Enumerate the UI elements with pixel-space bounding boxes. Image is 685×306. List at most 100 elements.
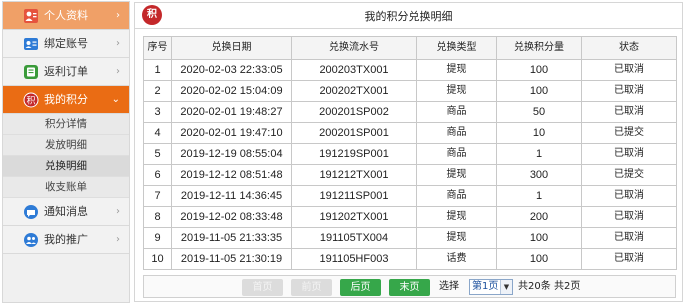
table-cell: 191105TX004	[291, 227, 417, 249]
sidebar-item-label: 我的推广	[44, 233, 88, 246]
submenu-item-points-detail[interactable]: 积分详情	[3, 114, 129, 135]
table-cell: 10	[496, 122, 582, 144]
page-select-value: 第1页	[472, 281, 499, 292]
table-cell: 7	[143, 185, 172, 207]
table-row: 8 2019-12-02 08:33:48 191202TX001 提现 200 已取消	[143, 206, 677, 228]
table-cell: 200	[496, 206, 582, 228]
table-row: 3 2020-02-01 19:48:27 200201SP002 商品 50 已取消	[143, 101, 677, 123]
table-cell: 3	[143, 101, 172, 123]
table-cell: 已取消	[581, 206, 677, 228]
sidebar: 个人资料 › 绑定账号 › 返利订单 › 积 我的积分 ⌄ 积分详情 发放明细 …	[2, 1, 130, 303]
pagination-bar: 首页 前页 后页 末页 选择 第1页 ▼ 共20条 共2页	[143, 275, 676, 298]
table-cell: 100	[496, 248, 582, 270]
table-cell: 提现	[416, 164, 497, 186]
table-cell: 2	[143, 80, 172, 102]
table-cell: 已取消	[581, 143, 677, 165]
page-select-label: 选择	[439, 281, 459, 292]
table-row: 2 2020-02-02 15:04:09 200202TX001 提现 100 已取消	[143, 80, 677, 102]
table-cell: 已取消	[581, 80, 677, 102]
sidebar-item-profile[interactable]: 个人资料 ›	[3, 2, 129, 30]
table-cell: 2019-12-19 08:55:04	[171, 143, 292, 165]
table-cell: 6	[143, 164, 172, 186]
submenu-item-exchange-detail[interactable]: 兑换明细	[3, 156, 129, 177]
table-cell: 1	[143, 59, 172, 81]
table-row: 6 2019-12-12 08:51:48 191212TX001 提现 300 已提交	[143, 164, 677, 186]
table-cell: 50	[496, 101, 582, 123]
id-card-icon	[23, 36, 39, 52]
exchange-detail-panel: 积 我的积分兑换明细 序号 兑换日期 兑换流水号 兑换类型 兑换积分量 状态 1 2020-…	[134, 2, 683, 302]
sidebar-item-label: 个人资料	[44, 9, 88, 22]
table-cell: 2020-02-01 19:48:27	[171, 101, 292, 123]
table-cell: 话费	[416, 248, 497, 270]
table-cell: 已取消	[581, 227, 677, 249]
table-cell: 300	[496, 164, 582, 186]
table-cell: 1	[496, 185, 582, 207]
table-row: 9 2019-11-05 21:33:35 191105TX004 提现 100 已取消	[143, 227, 677, 249]
table-cell: 8	[143, 206, 172, 228]
table-cell: 10	[143, 248, 172, 270]
submenu-item-income-expense[interactable]: 收支账单	[3, 177, 129, 198]
table-cell: 100	[496, 80, 582, 102]
sidebar-item-label: 通知消息	[44, 205, 88, 218]
last-page-button[interactable]: 末页	[389, 279, 430, 296]
exchange-records-table: 序号 兑换日期 兑换流水号 兑换类型 兑换积分量 状态 1 2020-02-03 22:33…	[143, 36, 677, 270]
table-row: 1 2020-02-03 22:33:05 200203TX001 提现 100 已取消	[143, 59, 677, 81]
table-cell: 191105HF003	[291, 248, 417, 270]
table-cell: 100	[496, 59, 582, 81]
total-pages-text: 共2页	[554, 281, 581, 292]
table-cell: 提现	[416, 206, 497, 228]
table-cell: 已取消	[581, 185, 677, 207]
table-cell: 提现	[416, 227, 497, 249]
table-cell: 提现	[416, 80, 497, 102]
table-cell: 已取消	[581, 101, 677, 123]
column-header: 状态	[581, 36, 677, 60]
table-cell: 商品	[416, 185, 497, 207]
page-select-dropdown[interactable]: 第1页 ▼	[469, 279, 513, 295]
table-cell: 2019-12-12 08:51:48	[171, 164, 292, 186]
table-cell: 200203TX001	[291, 59, 417, 81]
table-cell: 已提交	[581, 164, 677, 186]
table-row: 4 2020-02-01 19:47:10 200201SP001 商品 10 已提交	[143, 122, 677, 144]
chevron-right-icon: ›	[116, 234, 120, 245]
next-page-button[interactable]: 后页	[340, 279, 381, 296]
table-cell: 200201SP001	[291, 122, 417, 144]
table-cell: 5	[143, 143, 172, 165]
sidebar-item-label: 我的积分	[44, 93, 88, 106]
table-row: 5 2019-12-19 08:55:04 191219SP001 商品 1 已取消	[143, 143, 677, 165]
table-cell: 200202TX001	[291, 80, 417, 102]
sidebar-item-label: 绑定账号	[44, 37, 88, 50]
table-cell: 191211SP001	[291, 185, 417, 207]
sidebar-item-bind-account[interactable]: 绑定账号 ›	[3, 30, 129, 58]
column-header: 兑换类型	[416, 36, 497, 60]
column-header: 兑换积分量	[496, 36, 582, 60]
order-icon	[23, 64, 39, 80]
table-cell: 商品	[416, 143, 497, 165]
prev-page-button[interactable]: 前页	[291, 279, 332, 296]
chevron-right-icon: ›	[116, 206, 120, 217]
sidebar-item-my-promotion[interactable]: 我的推广 ›	[3, 226, 129, 254]
first-page-button[interactable]: 首页	[242, 279, 283, 296]
column-header: 序号	[143, 36, 172, 60]
panel-header: 积 我的积分兑换明细	[135, 3, 682, 29]
sidebar-item-rebate-orders[interactable]: 返利订单 ›	[3, 58, 129, 86]
sidebar-item-notifications[interactable]: 通知消息 ›	[3, 198, 129, 226]
table-cell: 2019-12-02 08:33:48	[171, 206, 292, 228]
sidebar-item-my-points[interactable]: 积 我的积分 ⌄	[3, 86, 129, 114]
table-cell: 191202TX001	[291, 206, 417, 228]
message-icon	[23, 204, 39, 220]
chevron-down-icon: ▼	[500, 280, 512, 294]
table-cell: 200201SP002	[291, 101, 417, 123]
table-cell: 2020-02-03 22:33:05	[171, 59, 292, 81]
promotion-icon	[23, 232, 39, 248]
table-cell: 2020-02-01 19:47:10	[171, 122, 292, 144]
submenu-item-issue-detail[interactable]: 发放明细	[3, 135, 129, 156]
table-cell: 已取消	[581, 59, 677, 81]
svg-text:积: 积	[26, 95, 35, 107]
chevron-right-icon: ›	[116, 66, 120, 77]
table-cell: 2019-11-05 21:33:35	[171, 227, 292, 249]
table-cell: 191212TX001	[291, 164, 417, 186]
chevron-down-icon: ⌄	[111, 94, 120, 105]
table-row: 10 2019-11-05 21:30:19 191105HF003 话费 100 已取消	[143, 248, 677, 270]
points-icon: 积	[23, 92, 39, 108]
column-header: 兑换流水号	[291, 36, 417, 60]
